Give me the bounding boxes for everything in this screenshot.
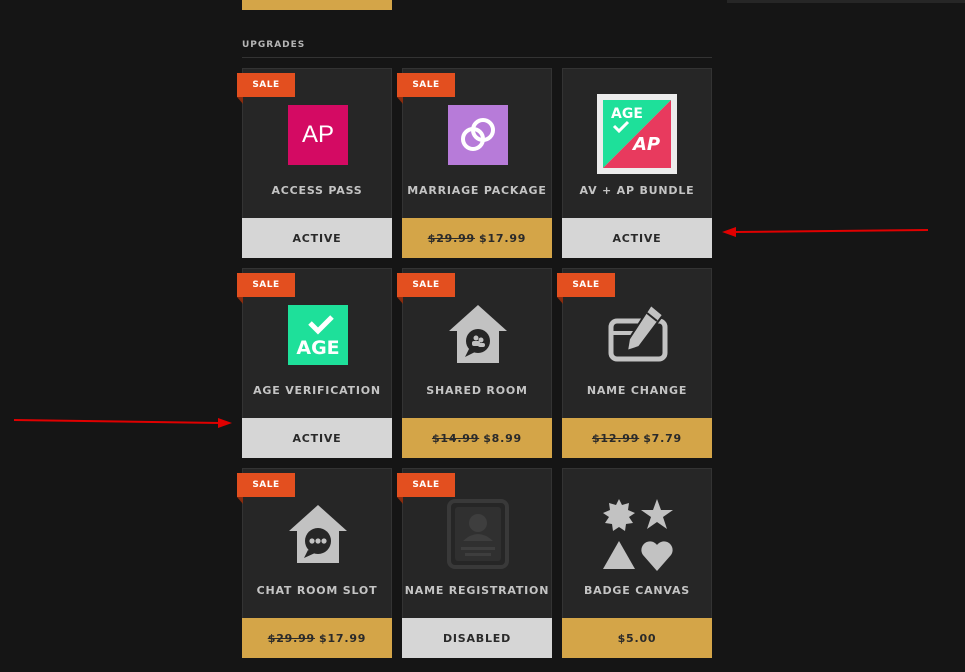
sale-badge: SALE [397,73,455,104]
price: $5.00 [617,631,657,645]
top-divider [727,0,965,3]
sale-badge: SALE [237,473,295,504]
buy-button[interactable]: $29.99 $17.99 [402,218,552,258]
card-shared-room[interactable]: SALE SHARED ROOM $14.99 $8.99 [397,268,552,458]
annotation-arrow-left [13,418,232,428]
age-icon-text: AGE [296,337,340,359]
card-name: ACCESS PASS [271,184,363,197]
previous-item-footer [242,0,392,10]
annotation-arrow-right [722,227,929,237]
card-access-pass[interactable]: SALE AP ACCESS PASS ACTIVE [237,68,392,258]
card-av-ap-bundle[interactable]: AGE AP AV + AP BUNDLE ACTIVE [562,68,712,258]
sale-price: $17.99 [479,231,527,245]
bundle-ap-text: AP [633,134,661,155]
card-name: NAME REGISTRATION [404,584,550,597]
status-button[interactable]: ACTIVE [242,418,392,458]
buy-button[interactable]: $12.99 $7.79 [562,418,712,458]
status-button[interactable]: ACTIVE [562,218,712,258]
old-price: $29.99 [267,631,315,645]
shared-room-icon [447,303,509,365]
status-label: ACTIVE [292,231,342,245]
sale-price: $7.79 [643,431,683,445]
sale-badge: SALE [397,473,455,504]
sale-price: $17.99 [319,631,367,645]
section-divider [242,57,712,58]
section-title: UPGRADES [242,40,306,50]
card-name: BADGE CANVAS [584,584,690,597]
sale-badge: SALE [397,273,455,304]
status-button[interactable]: ACTIVE [242,218,392,258]
buy-button[interactable]: $14.99 $8.99 [402,418,552,458]
card-name-change[interactable]: SALE NAME CHANGE $12.99 $7.79 [557,268,712,458]
card-name-registration[interactable]: SALE NAME REGISTRATION DISABLED [397,468,552,658]
card-name: MARRIAGE PACKAGE [407,184,547,197]
chat-room-icon [287,503,349,565]
sale-badge: SALE [237,73,295,104]
status-label: ACTIVE [292,431,342,445]
status-button[interactable]: DISABLED [402,618,552,658]
card-name: AV + AP BUNDLE [579,184,695,197]
old-price: $29.99 [427,231,475,245]
status-label: DISABLED [442,631,512,645]
bundle-age-text: AGE [611,106,643,122]
card-name: CHAT ROOM SLOT [256,584,378,597]
sale-price: $8.99 [483,431,523,445]
sale-badge: SALE [237,273,295,304]
card-badge-canvas[interactable]: BADGE CANVAS $5.00 [562,468,712,658]
card-name: NAME CHANGE [586,384,688,397]
card-name: SHARED ROOM [426,384,528,397]
age-verification-icon: AGE [288,305,348,365]
id-card-icon [447,499,509,569]
age-ap-bundle-icon: AGE AP [597,94,677,174]
badge-shapes-icon [601,497,677,573]
access-pass-icon: AP [288,105,348,165]
card-age-verification[interactable]: SALE AGE AGE VERIFICATION ACTIVE [237,268,392,458]
card-name: AGE VERIFICATION [253,384,381,397]
access-pass-icon-text: AP [301,121,334,148]
sale-badge: SALE [557,273,615,304]
card-chat-room-slot[interactable]: SALE CHAT ROOM SLOT $29.99 $17.99 [237,468,392,658]
buy-button[interactable]: $29.99 $17.99 [242,618,392,658]
status-label: ACTIVE [612,231,662,245]
pencil-icon [607,303,671,365]
old-price: $12.99 [591,431,640,445]
card-marriage-package[interactable]: SALE MARRIAGE PACKAGE $29.99 $17.99 [397,68,552,258]
rings-icon [448,105,508,165]
buy-button[interactable]: $5.00 [562,618,712,658]
old-price: $14.99 [431,431,480,445]
